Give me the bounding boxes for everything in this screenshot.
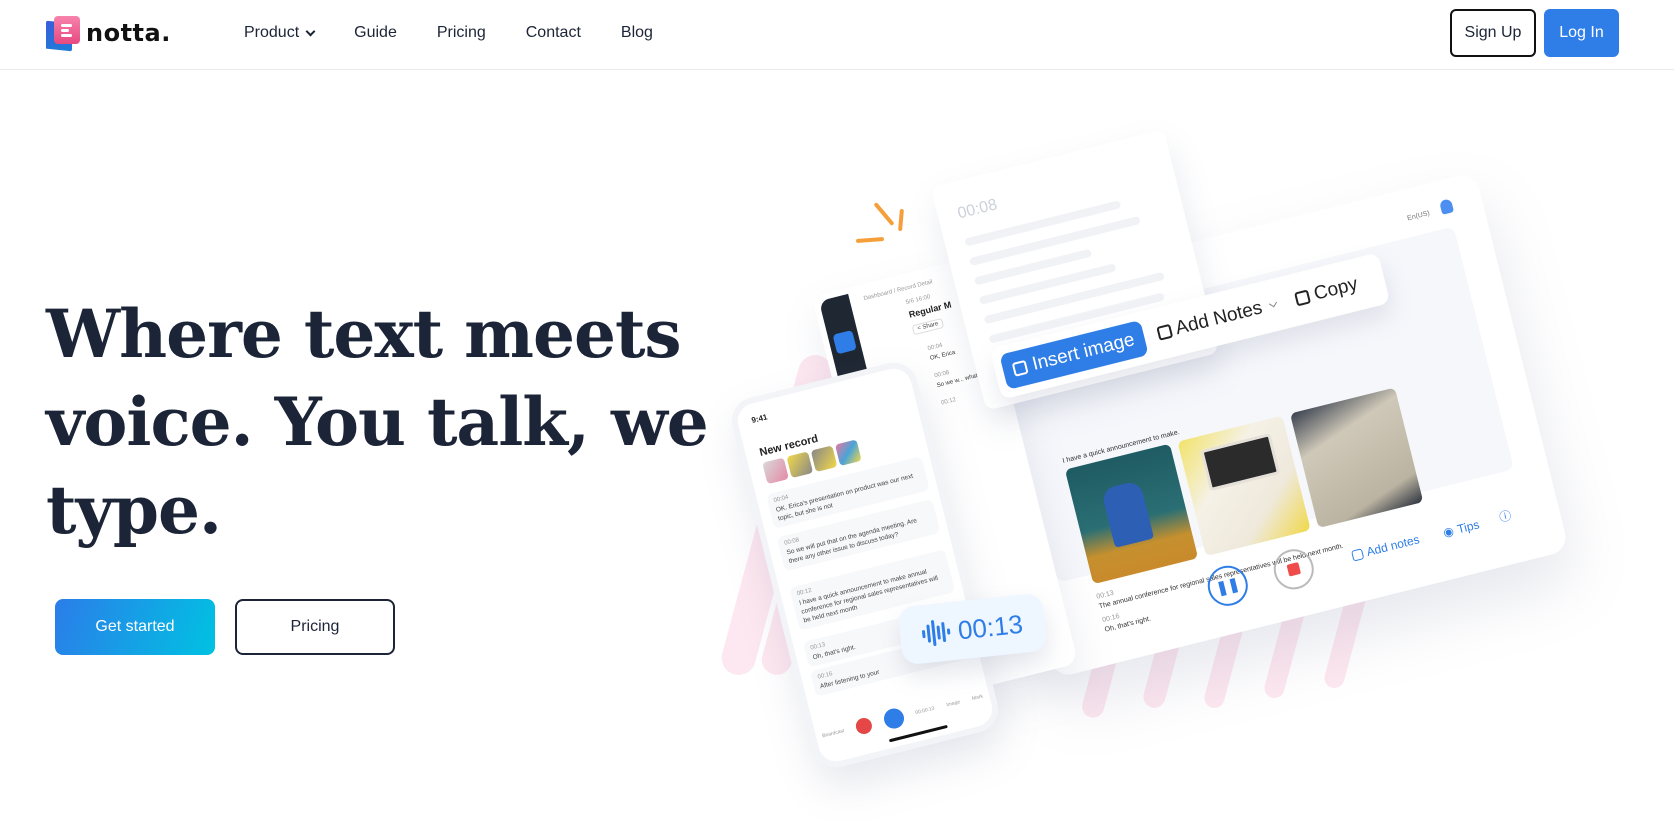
timer-value: 00:13 bbox=[956, 608, 1025, 645]
add-note-icon bbox=[1155, 323, 1173, 341]
image-control: Image bbox=[945, 699, 961, 709]
top-navigation: notta. Product Guide Pricing Contact Blo… bbox=[0, 0, 1674, 70]
add-notes-label: Add notes bbox=[1365, 532, 1421, 559]
image-icon bbox=[1011, 359, 1029, 377]
elapsed-time: 00:00:13 bbox=[914, 705, 936, 717]
brand-name: notta. bbox=[86, 19, 171, 47]
pause-record-icon bbox=[881, 706, 906, 731]
copy-icon bbox=[1294, 289, 1312, 307]
nav-link-blog[interactable]: Blog bbox=[621, 24, 653, 42]
hero-illustration: En(US) I have a quick announcement to ma… bbox=[717, 120, 1674, 834]
language-selector: En(US) bbox=[1406, 209, 1431, 223]
copy-button: Copy bbox=[1293, 274, 1360, 311]
nav-link-label: Guide bbox=[354, 24, 397, 41]
nav-link-product[interactable]: Product bbox=[244, 24, 316, 42]
tips-label: Tips bbox=[1455, 517, 1481, 537]
insert-image-label: Insert image bbox=[1030, 329, 1137, 375]
sign-up-button[interactable]: Sign Up bbox=[1450, 9, 1536, 57]
tips-link: ◉ Tips bbox=[1442, 517, 1481, 539]
chevron-down-icon bbox=[1269, 299, 1278, 308]
pricing-button[interactable]: Pricing bbox=[235, 599, 395, 655]
nav-link-contact[interactable]: Contact bbox=[526, 24, 581, 42]
phone-clock: 9:41 bbox=[750, 412, 769, 425]
transcript-time: 00:04 bbox=[927, 342, 944, 353]
info-icon: ⓘ bbox=[1497, 508, 1513, 525]
notta-logo-icon bbox=[46, 16, 82, 52]
share-button: < Share bbox=[911, 317, 945, 336]
nav-link-guide[interactable]: Guide bbox=[354, 24, 397, 42]
get-started-button[interactable]: Get started bbox=[55, 599, 215, 655]
placeholder-line bbox=[978, 263, 1117, 305]
nav-link-label: Contact bbox=[525, 24, 581, 41]
mark-control: Mark bbox=[971, 693, 984, 702]
nav-link-pricing[interactable]: Pricing bbox=[437, 24, 486, 42]
home-icon bbox=[832, 330, 857, 355]
nav-link-label: Blog bbox=[620, 24, 653, 41]
sound-wave-icon bbox=[921, 618, 952, 647]
user-avatar-icon bbox=[1439, 198, 1455, 215]
nav-link-label: Pricing bbox=[436, 24, 486, 41]
nav-links: Product Guide Pricing Contact Blog bbox=[244, 0, 693, 66]
transcript-line: OK, Erica bbox=[929, 349, 956, 362]
hero-headline: Where text meets voice. You talk, we typ… bbox=[46, 295, 709, 549]
copy-label: Copy bbox=[1311, 273, 1360, 305]
add-notes-label: Add Notes bbox=[1173, 297, 1265, 340]
notes-phone-photo bbox=[1177, 415, 1311, 557]
log-in-button[interactable]: Log In bbox=[1544, 9, 1619, 57]
stop-record-icon bbox=[854, 716, 874, 736]
add-notes-link: Add notes bbox=[1350, 532, 1421, 562]
transcript-time: 00:12 bbox=[940, 397, 957, 407]
location-pin-icon: ◉ bbox=[1441, 523, 1456, 540]
note-timestamp: 00:08 bbox=[955, 196, 999, 223]
broadcast-control: Boardcast bbox=[821, 728, 846, 740]
chevron-down-icon bbox=[305, 26, 316, 36]
add-note-icon bbox=[1350, 547, 1365, 562]
nav-link-label: Product bbox=[244, 24, 300, 41]
transcript-time: 00:08 bbox=[933, 369, 950, 380]
brand-logo[interactable]: notta. bbox=[46, 16, 171, 52]
